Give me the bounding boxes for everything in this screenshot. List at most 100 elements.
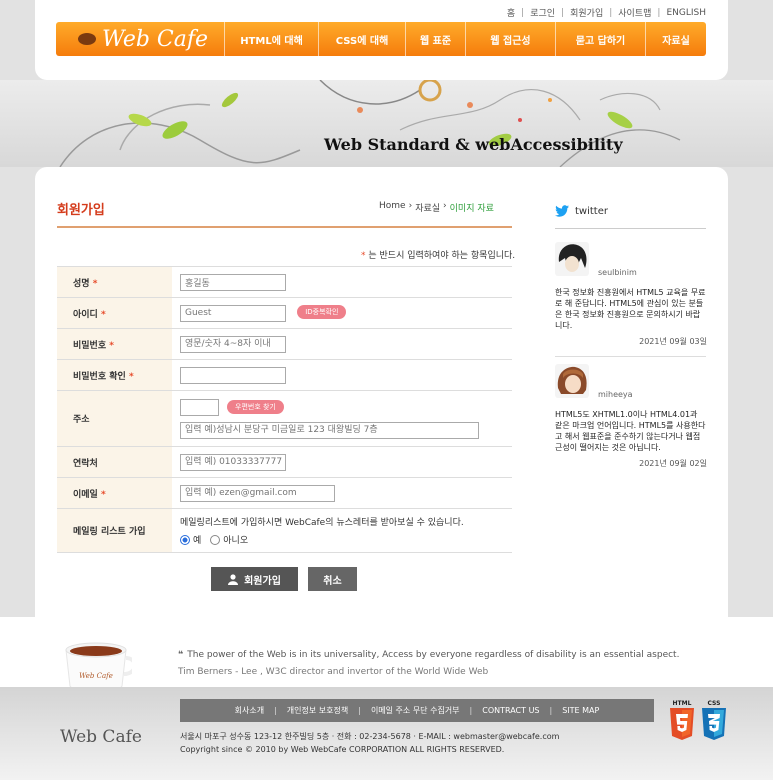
tweet-date: 2021년 09월 03일 xyxy=(639,337,707,346)
form-row-password-confirm: 비밀번호 확인 * xyxy=(57,359,512,391)
password-field[interactable] xyxy=(180,335,286,353)
mailing-description: 메일링리스트에 가입하시면 WebCafe의 뉴스레터를 받아보실 수 있습니다… xyxy=(180,518,464,528)
site-logo[interactable]: Web Cafe xyxy=(56,22,224,56)
password-confirm-field[interactable] xyxy=(180,366,286,384)
required-note-text: 는 반드시 입력하여야 하는 항목입니다. xyxy=(368,251,516,261)
label-mailing: 메일링 리스트 가입 xyxy=(57,508,172,553)
footer-link-sitemap[interactable]: SITE MAP xyxy=(562,706,599,715)
separator: | xyxy=(657,7,661,18)
css3-icon xyxy=(702,708,726,740)
tweet-username[interactable]: miheeya xyxy=(598,390,633,399)
avatar xyxy=(555,364,589,398)
id-check-button[interactable]: ID중복확인 xyxy=(297,305,347,319)
util-link-sitemap[interactable]: 사이트맵 xyxy=(618,6,651,19)
separator: | xyxy=(609,7,613,18)
footer-link-email-policy[interactable]: 이메일 주소 무단 수집거부 xyxy=(371,705,460,716)
util-link-join[interactable]: 회원가입 xyxy=(570,6,603,19)
join-button[interactable]: 회원가입 xyxy=(211,567,298,591)
label-password-confirm: 비밀번호 확인 * xyxy=(57,359,172,391)
separator: | xyxy=(561,7,565,18)
breadcrumb-current: 이미지 자료 xyxy=(449,204,494,214)
tweet-text: HTML5도 XHTML1.0이나 HTML4.01과 같은 마크업 언어입니다… xyxy=(555,410,706,452)
util-link-english[interactable]: ENGLISH xyxy=(666,8,706,18)
phone-field[interactable] xyxy=(180,453,286,471)
footer-nav: 회사소개 | 개인정보 보호정책 | 이메일 주소 무단 수집거부 | CONTRAC… xyxy=(180,699,654,722)
required-note: * 는 반드시 입력하여야 하는 항목입니다. xyxy=(361,248,515,261)
form-row-phone: 연락처 xyxy=(57,446,512,478)
label-password: 비밀번호 * xyxy=(57,328,172,360)
zipcode-field[interactable] xyxy=(180,398,219,416)
tweet-text: 한국 정보화 진흥원에서 HTML5 교육을 무료로 해 준답니다. HTML5… xyxy=(555,288,706,330)
breadcrumb: Home › 자료실 › 이미지 자료 xyxy=(379,201,494,214)
tweet-username[interactable]: seulbinim xyxy=(598,268,637,277)
footer-link-contact[interactable]: CONTRACT US xyxy=(482,706,539,715)
footer-link-privacy[interactable]: 개인정보 보호정책 xyxy=(287,705,348,716)
separator: | xyxy=(521,7,525,18)
mailing-options: 예 아니오 xyxy=(180,533,512,546)
title-divider xyxy=(57,226,512,228)
separator: | xyxy=(358,706,361,715)
mailing-no-radio[interactable] xyxy=(210,534,221,545)
twitter-header: twitter xyxy=(555,205,608,217)
quote-source: Tim Berners - Lee , W3C director and inv… xyxy=(178,667,489,677)
tweet-divider xyxy=(555,356,706,357)
html5-icon xyxy=(670,708,694,740)
id-field[interactable] xyxy=(180,304,286,322)
required-star-icon: * xyxy=(128,371,134,382)
html5-badge: HTML xyxy=(668,700,696,740)
join-form: 성명 * 아이디 * ID중복확인 비밀번호 * 비밀번호 확인 * 주소 우편… xyxy=(57,266,512,553)
html5-badge-label: HTML xyxy=(672,700,692,707)
mailing-yes-radio[interactable] xyxy=(180,534,190,545)
nav-css[interactable]: CSS에 대해 xyxy=(318,22,405,56)
required-star-icon: * xyxy=(100,309,106,320)
avatar xyxy=(555,242,589,276)
chevron-right-icon: › xyxy=(408,201,413,211)
label-name: 성명 * xyxy=(57,266,172,298)
footer-info: 서울시 마포구 성수동 123-12 한주빌딩 5층 · 전화 : 02-234… xyxy=(180,730,559,756)
tweet: miheeya HTML5도 XHTML1.0이나 HTML4.01과 같은 마… xyxy=(555,364,707,469)
utility-nav: 홈 | 로그인 | 회원가입 | 사이트맵 | ENGLISH xyxy=(507,6,706,20)
chevron-right-icon: › xyxy=(443,201,447,211)
twitter-divider xyxy=(555,228,706,229)
user-icon xyxy=(228,573,239,585)
footer-address: 서울시 마포구 성수동 123-12 한주빌딩 5층 · 전화 : 02-234… xyxy=(180,732,560,741)
separator: | xyxy=(274,706,277,715)
required-star-icon: * xyxy=(92,278,98,289)
mailing-yes-label[interactable]: 예 xyxy=(193,533,201,546)
quote-body: The power of the Web is in its universal… xyxy=(187,650,680,660)
separator: | xyxy=(549,706,553,715)
address-field[interactable] xyxy=(180,421,479,439)
breadcrumb-home[interactable]: Home xyxy=(379,201,406,214)
tweet-date: 2021년 09월 02일 xyxy=(639,459,707,468)
zipcode-search-button[interactable]: 우편번호 찾기 xyxy=(227,400,284,414)
mailing-no-label[interactable]: 아니오 xyxy=(223,533,248,546)
required-star-icon: * xyxy=(100,489,106,500)
form-row-mailing: 메일링 리스트 가입 메일링리스트에 가입하시면 WebCafe의 뉴스레터를 … xyxy=(57,508,512,553)
twitter-title: twitter xyxy=(575,205,608,217)
visual-title: Web Standard & webAccessibility xyxy=(324,135,623,154)
form-row-address: 주소 우편번호 찾기 xyxy=(57,390,512,447)
nav-web-standard[interactable]: 웹 표준 xyxy=(405,22,465,56)
footer-copyright: Copyright since © 2010 by Web WebCafe CO… xyxy=(180,745,505,754)
label-id: 아이디 * xyxy=(57,297,172,329)
nav-web-accessibility[interactable]: 웹 접근성 xyxy=(465,22,555,56)
cancel-button[interactable]: 취소 xyxy=(308,567,357,591)
breadcrumb-section[interactable]: 자료실 xyxy=(415,201,440,214)
form-row-id: 아이디 * ID중복확인 xyxy=(57,297,512,329)
label-email: 이메일 * xyxy=(57,477,172,509)
nav-qna[interactable]: 묻고 답하기 xyxy=(555,22,645,56)
util-link-home[interactable]: 홈 xyxy=(507,6,515,19)
css3-badge-label: CSS xyxy=(707,700,721,707)
label-address: 주소 xyxy=(57,390,172,447)
email-field[interactable] xyxy=(180,484,335,502)
footer-link-about[interactable]: 회사소개 xyxy=(235,705,264,716)
quote-mark-icon: ❝ xyxy=(178,650,184,660)
form-row-name: 성명 * xyxy=(57,266,512,298)
util-link-login[interactable]: 로그인 xyxy=(530,6,555,19)
nav-archive[interactable]: 자료실 xyxy=(645,22,706,56)
twitter-bird-icon xyxy=(555,205,569,217)
footer-logo: Web Cafe xyxy=(60,727,142,747)
name-field[interactable] xyxy=(180,273,286,291)
global-nav: Web Cafe HTML에 대해 CSS에 대해 웹 표준 웹 접근성 묻고 … xyxy=(56,22,706,56)
nav-html[interactable]: HTML에 대해 xyxy=(224,22,318,56)
